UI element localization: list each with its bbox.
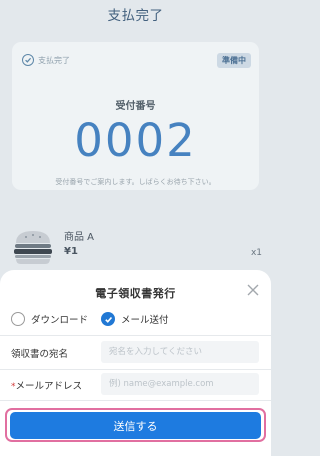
- receipt-dialog: 電子領収書発行 ダウンロード メール送付 領収書の宛名 *メールアドレス 送信す…: [0, 270, 271, 456]
- radio-email[interactable]: メール送付: [101, 312, 169, 326]
- burger-icon: [12, 228, 54, 266]
- radio-checked-icon: [101, 312, 116, 326]
- order-item: 商品 A ¥1 x1: [12, 222, 262, 264]
- item-name: 商品 A: [64, 232, 95, 243]
- addressee-input[interactable]: [101, 341, 259, 363]
- divider: [0, 369, 271, 370]
- email-label-group: *メールアドレス: [11, 378, 82, 392]
- close-button[interactable]: [245, 282, 261, 298]
- radio-download-label: ダウンロード: [31, 315, 89, 326]
- status-badge: 準備中: [217, 53, 251, 68]
- send-button[interactable]: 送信する: [10, 412, 261, 439]
- close-icon: [247, 284, 259, 296]
- item-price: ¥1: [64, 246, 78, 257]
- radio-download[interactable]: ダウンロード: [11, 312, 88, 326]
- divider: [0, 335, 271, 336]
- receipt-number-label: 受付番号: [115, 101, 156, 112]
- receipt-number: 0002: [74, 114, 197, 167]
- delivery-method-options: ダウンロード メール送付: [0, 308, 271, 330]
- radio-unchecked-icon: [11, 312, 25, 326]
- check-circle-icon: [22, 54, 34, 66]
- addressee-label: 領収書の宛名: [11, 349, 69, 360]
- divider: [0, 400, 271, 401]
- payment-status: 支払完了: [22, 54, 70, 66]
- radio-email-label: メール送付: [121, 315, 169, 326]
- page-title: 支払完了: [107, 7, 164, 24]
- dialog-title: 電子領収書発行: [95, 287, 176, 300]
- receipt-note: 受付番号でご案内します。しばらくお待ち下さい。: [55, 178, 216, 186]
- item-quantity: x1: [250, 248, 262, 258]
- email-label: メールアドレス: [15, 381, 83, 392]
- email-input[interactable]: [101, 373, 259, 395]
- payment-status-label: 支払完了: [38, 55, 70, 65]
- order-status-card: 支払完了 準備中 受付番号 0002 受付番号でご案内します。しばらくお待ち下さ…: [12, 42, 259, 190]
